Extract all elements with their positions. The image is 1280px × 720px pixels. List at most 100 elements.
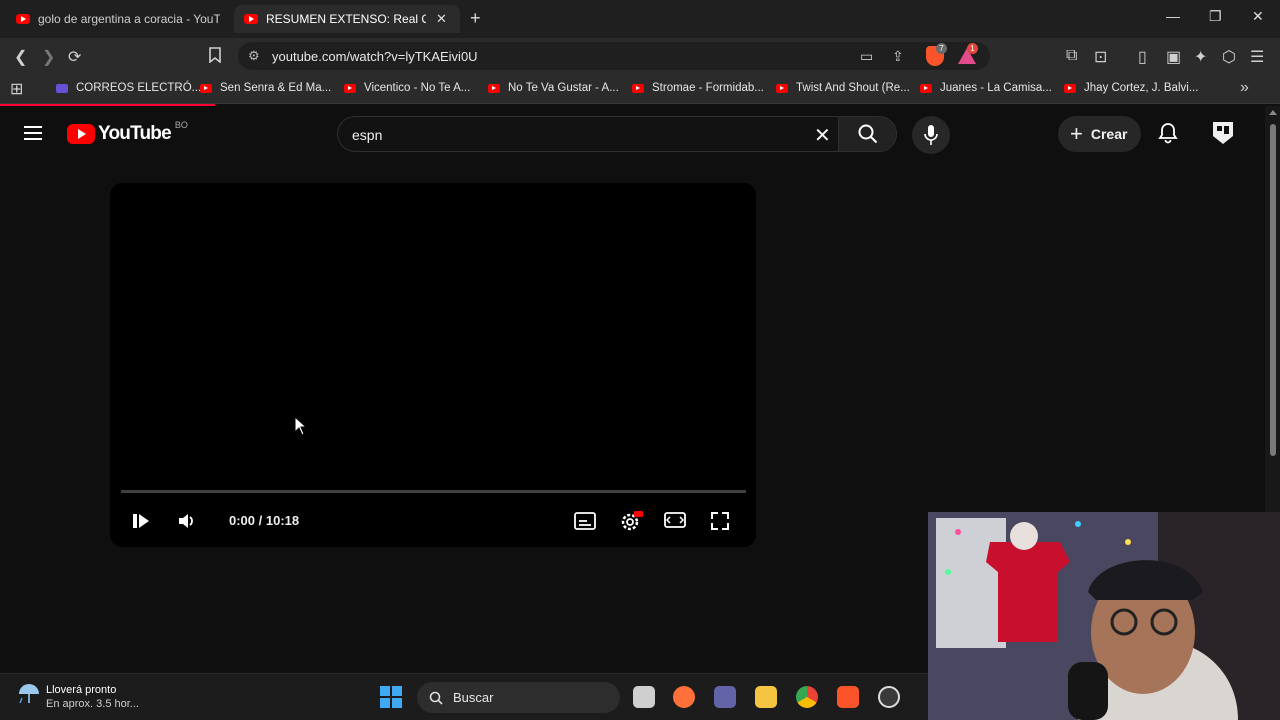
- clear-search-icon[interactable]: ✕: [814, 123, 831, 148]
- tab-resumen-extenso[interactable]: RESUMEN EXTENSO: Real Oruro ✕: [234, 5, 460, 33]
- settings-gear-icon[interactable]: [619, 510, 643, 532]
- close-window-button[interactable]: ✕: [1252, 8, 1264, 25]
- microphone-icon: [924, 125, 938, 145]
- start-button[interactable]: [380, 686, 402, 708]
- search-icon: [429, 691, 443, 705]
- search-icon: [858, 124, 878, 144]
- voice-search-button[interactable]: [912, 116, 950, 154]
- minimize-window-button[interactable]: —: [1166, 8, 1180, 24]
- bookmark-item[interactable]: Sen Senra & Ed Ma...: [200, 82, 331, 94]
- bookmark-item[interactable]: Vicentico - No Te A...: [344, 82, 470, 94]
- theater-mode-icon[interactable]: [664, 512, 686, 528]
- browser-toolbar: ❮ ❯ ⟳ ⚙ youtube.com/watch?v=lyTKAEivi0U …: [0, 38, 1280, 74]
- chrome-icon[interactable]: [796, 686, 818, 708]
- forward-arrow-icon[interactable]: ❯: [42, 47, 55, 67]
- bookmark-label: CORREOS ELECTRÓ...: [76, 82, 202, 94]
- subtitles-icon[interactable]: [574, 512, 596, 530]
- video-time-display: 0:00 / 10:18: [229, 513, 300, 528]
- weather-subtitle: En aprox. 3.5 hor...: [46, 698, 139, 710]
- search-button[interactable]: [838, 117, 896, 151]
- extensions-icon[interactable]: ⧉: [1066, 47, 1077, 65]
- bookmark-item[interactable]: CORREOS ELECTRÓ...: [56, 82, 201, 94]
- address-bar[interactable]: ⚙ youtube.com/watch?v=lyTKAEivi0U ▭ ⇪: [238, 42, 990, 70]
- umbrella-rain-icon: [19, 684, 39, 704]
- bookmark-label: No Te Va Gustar - A...: [508, 82, 619, 94]
- youtube-favicon-icon: [632, 83, 644, 93]
- taskbar-search-placeholder: Buscar: [453, 690, 494, 705]
- scroll-up-arrow-icon[interactable]: [1269, 110, 1277, 115]
- bookmark-item[interactable]: Twist And Shout (Re...: [776, 82, 910, 94]
- youtube-favicon-icon: [344, 83, 356, 93]
- bookmark-label: Juanes - La Camisa...: [940, 82, 1052, 94]
- leo-ai-icon[interactable]: ✦: [1194, 47, 1207, 67]
- firefox-icon[interactable]: [673, 686, 695, 708]
- webcam-streamer-image: [928, 512, 1280, 720]
- bookmark-item[interactable]: Jhay Cortez, J. Balvi...: [1064, 82, 1198, 94]
- bookmark-label: Twist And Shout (Re...: [796, 82, 910, 94]
- menu-icon[interactable]: ☰: [1250, 47, 1264, 67]
- notifications-bell-icon[interactable]: [1158, 122, 1178, 144]
- back-arrow-icon[interactable]: ❮: [14, 47, 27, 67]
- file-explorer-icon[interactable]: [755, 686, 777, 708]
- bookmark-item[interactable]: No Te Va Gustar - A...: [488, 82, 619, 94]
- more-bookmarks-icon[interactable]: »: [1240, 79, 1249, 97]
- bookmark-favicon-icon: [56, 83, 68, 93]
- new-tab-button[interactable]: +: [470, 8, 481, 29]
- create-label: Crear: [1090, 126, 1128, 142]
- account-avatar[interactable]: [1211, 120, 1235, 146]
- search-input[interactable]: espn: [352, 127, 382, 143]
- share-icon[interactable]: ⇪: [892, 48, 904, 65]
- cast-icon[interactable]: ▭: [860, 48, 873, 65]
- youtube-play-logo-icon: [67, 124, 95, 144]
- browser-tab-bar: golo de argentina a coracia - YouTube RE…: [0, 0, 1280, 38]
- sidebar-icon[interactable]: ▯: [1138, 47, 1147, 67]
- mouse-cursor-icon: [294, 416, 308, 436]
- youtube-wordmark: YouTube: [98, 123, 172, 144]
- apps-grid-icon[interactable]: ⊞: [10, 79, 23, 99]
- reload-icon[interactable]: ⟳: [68, 47, 81, 67]
- teams-icon[interactable]: [714, 686, 736, 708]
- scrollbar-thumb[interactable]: [1270, 124, 1276, 456]
- bookmark-label: Jhay Cortez, J. Balvi...: [1084, 82, 1199, 94]
- youtube-favicon-icon: [776, 83, 788, 93]
- obs-icon[interactable]: [878, 686, 900, 708]
- video-player[interactable]: 0:00 / 10:18: [110, 183, 756, 547]
- taskbar-search[interactable]: Buscar: [417, 682, 620, 713]
- play-pause-icon[interactable]: [132, 513, 150, 529]
- country-code: BO: [174, 120, 188, 130]
- volume-icon[interactable]: [177, 511, 197, 531]
- bookmark-item[interactable]: Stromae - Formidab...: [632, 82, 764, 94]
- task-view-icon[interactable]: [633, 686, 655, 708]
- bookmark-item[interactable]: Juanes - La Camisa...: [920, 82, 1052, 94]
- tab-title: golo de argentina a coracia - YouTube: [38, 12, 220, 26]
- wallet-icon[interactable]: ▣: [1166, 47, 1181, 67]
- reading-list-icon[interactable]: ⊡: [1094, 47, 1107, 67]
- shield-count-badge: 7: [936, 43, 947, 54]
- weather-widget[interactable]: Lloverá pronto En aprox. 3.5 hor...: [18, 683, 139, 711]
- guide-menu-icon[interactable]: [24, 126, 42, 140]
- bookmark-label: Sen Senra & Ed Ma...: [220, 82, 332, 94]
- youtube-favicon-icon: [488, 83, 500, 93]
- restore-window-button[interactable]: ❐: [1209, 8, 1222, 25]
- youtube-favicon-icon: [920, 83, 932, 93]
- youtube-logo[interactable]: YouTube BO: [67, 120, 188, 145]
- tab-golo-de-argentina[interactable]: golo de argentina a coracia - YouTube: [6, 5, 230, 33]
- brave-browser-icon[interactable]: [837, 686, 859, 708]
- bookmark-icon[interactable]: [208, 47, 222, 68]
- youtube-header: YouTube BO espn ✕ + Crear: [0, 106, 1265, 162]
- youtube-favicon-icon: [244, 14, 258, 24]
- webcam-overlay: [928, 512, 1280, 720]
- youtube-favicon-icon: [16, 14, 30, 24]
- fullscreen-icon[interactable]: [711, 512, 729, 530]
- bookmarks-bar: ⊞ CORREOS ELECTRÓ... Sen Senra & Ed Ma..…: [0, 74, 1280, 104]
- create-button[interactable]: + Crear: [1058, 116, 1141, 152]
- close-tab-icon[interactable]: ✕: [436, 11, 447, 27]
- vpn-icon[interactable]: ⬡: [1222, 47, 1236, 67]
- search-box[interactable]: espn ✕: [337, 116, 897, 152]
- video-progress-bar[interactable]: [121, 490, 746, 493]
- weather-title: Lloverá pronto: [46, 684, 117, 696]
- rewards-count-badge: 1: [967, 43, 978, 54]
- address-url: youtube.com/watch?v=lyTKAEivi0U: [272, 49, 478, 64]
- bookmark-label: Vicentico - No Te A...: [364, 82, 471, 94]
- site-settings-icon[interactable]: ⚙: [248, 48, 260, 64]
